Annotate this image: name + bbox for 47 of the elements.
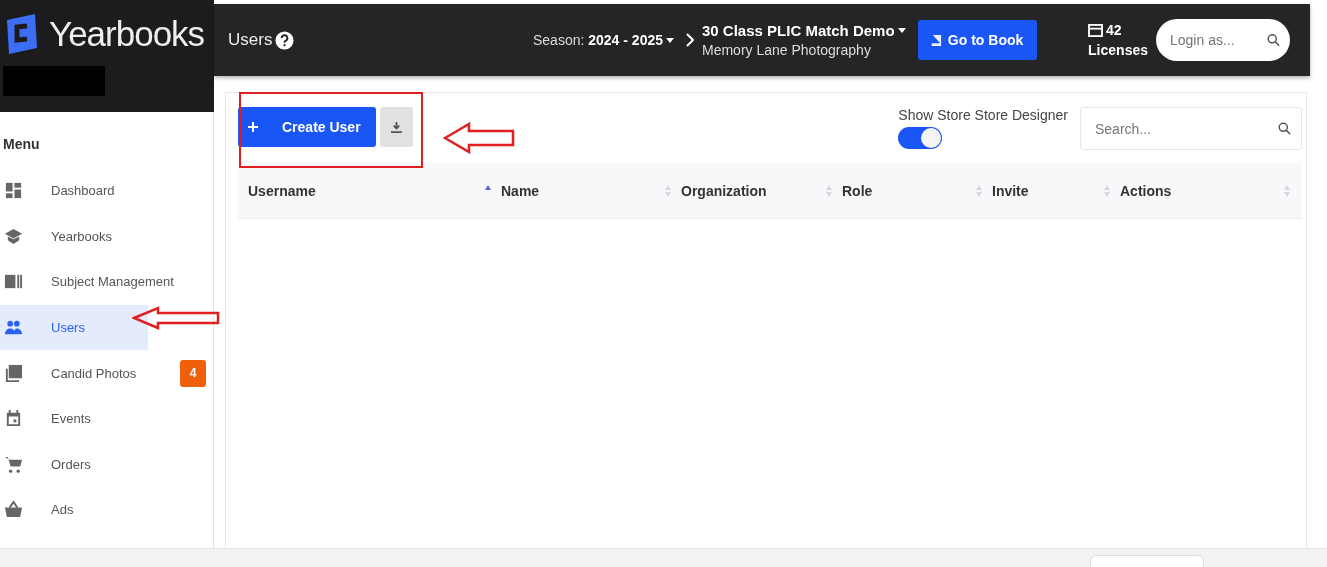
brand-name: Yearbooks [49,14,205,54]
sidebar-item[interactable]: Users [0,304,148,351]
sidebar-item[interactable]: Orders [0,441,210,488]
search-field[interactable]: Search... [1080,107,1302,150]
search-icon[interactable] [1267,33,1280,47]
sidebar-item[interactable]: Ads [0,487,210,533]
photos-icon [4,363,23,383]
graduation-cap-icon [4,226,23,246]
season-selector[interactable]: Season: 2024 - 2025 [533,32,663,48]
dashboard-icon [4,181,23,201]
calendar-icon [4,409,23,429]
licenses-label: Licenses [1088,42,1148,58]
column-header[interactable]: Organization [681,182,767,199]
login-field[interactable]: Login as... [1156,19,1290,61]
book-icon [930,33,942,47]
toggle-label: Show Store Store Designer [898,107,1068,123]
menu-heading: Menu [2,135,41,154]
cart-icon [4,454,23,474]
basket-icon [4,500,23,520]
license-card-icon [1088,23,1104,37]
download-button[interactable] [380,107,413,147]
toggle-switch[interactable] [898,127,943,149]
annotation-arrow [443,122,515,154]
go-to-book-button[interactable]: Go to Book [917,20,1037,60]
column-header[interactable]: Actions [1120,182,1172,199]
sidebar-item[interactable]: Candid Photos 4 [0,350,210,396]
sidebar-item[interactable]: Subject Management [0,259,210,305]
column-header[interactable]: Username [248,182,316,199]
book-selector[interactable]: 30 Class PLIC Match Demo [702,22,895,39]
page-title: Users [228,30,273,50]
column-header[interactable]: Role [842,182,873,199]
studio-name: Memory Lane Photography [702,42,872,58]
caret-icon [666,37,674,43]
download-icon [391,121,402,133]
column-header[interactable]: Name [501,182,540,199]
caret-icon [897,28,906,33]
sidebar-item[interactable]: Events [0,395,210,442]
chevron-right-icon [686,33,694,47]
help-icon[interactable] [275,30,295,50]
license-count: 42 [1106,22,1122,38]
sidebar-item[interactable]: Dashboard [0,168,210,214]
plus-icon [248,122,258,132]
search-icon[interactable] [1278,122,1291,135]
count-badge: 4 [180,359,206,387]
create-user-button[interactable]: Create User [238,107,376,147]
sidebar-item[interactable]: Yearbooks [0,213,210,260]
column-header[interactable]: Invite [992,182,1029,199]
